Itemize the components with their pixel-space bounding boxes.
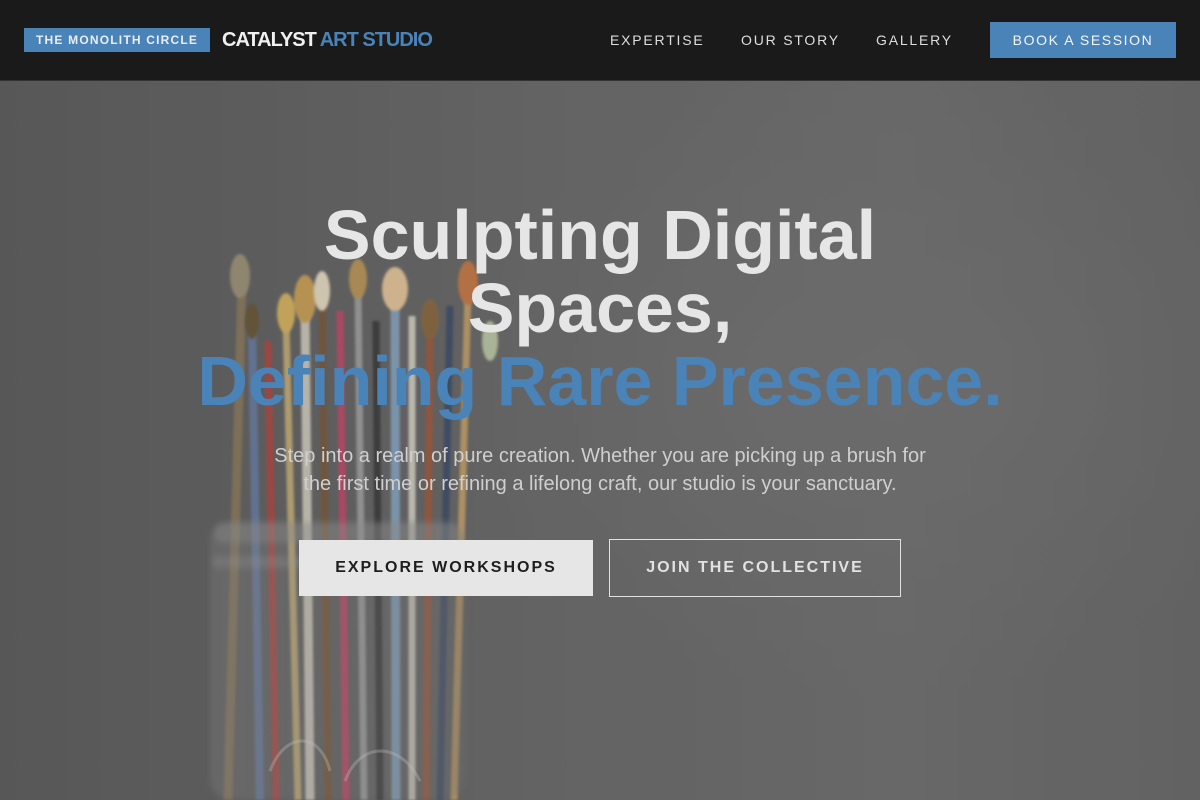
nav-link-gallery[interactable]: GALLERY: [876, 30, 953, 50]
hero-title-accent: Defining Rare Presence.: [197, 342, 1003, 420]
join-collective-button[interactable]: JOIN THE COLLECTIVE: [609, 539, 901, 597]
explore-workshops-button[interactable]: EXPLORE WORKSHOPS: [299, 540, 593, 596]
brand-logo[interactable]: CATALYST ART STUDIO: [222, 28, 433, 52]
brand-badge[interactable]: THE MONOLITH CIRCLE: [24, 28, 211, 52]
hero-section: Sculpting Digital Spaces, Defining Rare …: [0, 81, 1200, 800]
hero-title-line2: Spaces,: [467, 269, 733, 347]
nav-link-our-story[interactable]: OUR STORY: [741, 30, 840, 50]
hero-dark-overlay: [0, 81, 1200, 800]
top-navbar: THE MONOLITH CIRCLE CATALYST ART STUDIO …: [0, 0, 1200, 81]
hero-title-line1: Sculpting Digital: [323, 196, 877, 274]
brand-name-accent: ART STUDIO: [319, 29, 433, 51]
book-session-button[interactable]: BOOK A SESSION: [990, 22, 1176, 58]
hero-subtitle-line2: the first time or refining a lifelong cr…: [303, 473, 897, 495]
hero-subtitle-line1: Step into a realm of pure creation. Whet…: [274, 445, 926, 467]
brand-name-primary: CATALYST: [222, 29, 317, 51]
hero-subtitle: Step into a realm of pure creation. Whet…: [0, 442, 1200, 498]
hero-headline: Sculpting Digital Spaces, Defining Rare …: [0, 199, 1200, 418]
nav-link-expertise[interactable]: EXPERTISE: [610, 30, 705, 50]
